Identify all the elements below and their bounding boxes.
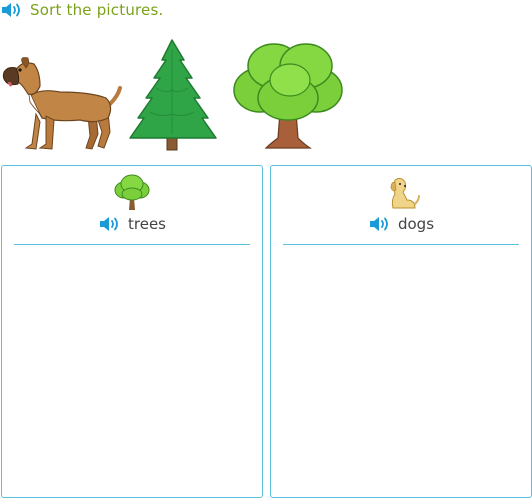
dog-icon — [381, 174, 421, 216]
leafy-tree-icon — [233, 43, 343, 149]
dogs-drop-zone[interactable] — [275, 250, 527, 493]
boxer-dog-icon — [2, 57, 122, 150]
trees-drop-zone[interactable] — [6, 250, 258, 493]
tree-icon — [114, 174, 150, 216]
trees-bin-label: trees — [128, 215, 166, 233]
dogs-bin-label: dogs — [397, 215, 435, 233]
bin-divider — [14, 244, 250, 245]
pine-tree-icon — [129, 39, 217, 151]
dogs-drop-bin[interactable]: dogs — [270, 165, 532, 498]
pine-tree-picture[interactable] — [126, 38, 220, 152]
sort-activity: Sort the pictures. trees dogs — [0, 0, 532, 500]
boxer-dog-picture[interactable] — [0, 52, 124, 152]
prompt: Sort the pictures. — [0, 0, 163, 20]
speaker-icon[interactable] — [98, 214, 122, 234]
speaker-icon[interactable] — [0, 0, 24, 20]
prompt-text: Sort the pictures. — [30, 1, 164, 19]
leafy-tree-picture[interactable] — [230, 38, 346, 152]
trees-bin-header: trees — [2, 214, 262, 234]
trees-drop-bin[interactable]: trees — [1, 165, 263, 498]
speaker-icon[interactable] — [368, 214, 392, 234]
dogs-bin-header: dogs — [271, 214, 531, 234]
bin-divider — [283, 244, 519, 245]
